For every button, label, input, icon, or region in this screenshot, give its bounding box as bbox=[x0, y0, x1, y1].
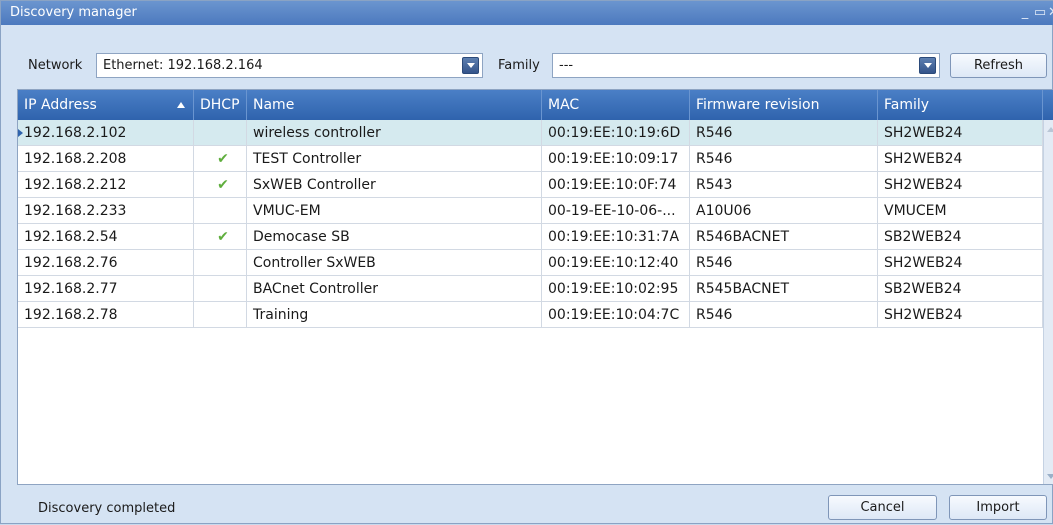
name-cell: Controller SxWEB bbox=[247, 250, 542, 276]
mac-cell: 00:19:EE:10:04:7C bbox=[542, 302, 690, 328]
col-name-header[interactable]: Name bbox=[247, 90, 542, 120]
ip-address-cell: 192.168.2.78 bbox=[18, 302, 194, 328]
dhcp-cell bbox=[194, 276, 247, 302]
network-select-value: Ethernet: 192.168.2.164 bbox=[103, 58, 263, 73]
family-cell: SH2WEB24 bbox=[878, 172, 1043, 198]
name-cell: BACnet Controller bbox=[247, 276, 542, 302]
column-header-label: DHCP bbox=[200, 97, 240, 113]
table-row[interactable]: 192.168.2.212 ✔ SxWEB Controller 00:19:EE:1… bbox=[18, 172, 1043, 198]
col-ip-address-header[interactable]: IP Address bbox=[18, 90, 194, 120]
chevron-down-icon[interactable] bbox=[919, 57, 936, 74]
check-icon: ✔ bbox=[217, 229, 229, 245]
col-firmware-revision-header[interactable]: Firmware revision bbox=[690, 90, 878, 120]
column-header-label: Family bbox=[884, 97, 930, 113]
mac-cell: 00:19:EE:10:12:40 bbox=[542, 250, 690, 276]
ip-address-cell: 192.168.2.54 bbox=[18, 224, 194, 250]
table-row[interactable]: 192.168.2.76 Controller SxWEB 00:19:EE:10:… bbox=[18, 250, 1043, 276]
dhcp-cell bbox=[194, 302, 247, 328]
name-cell: wireless controller bbox=[247, 120, 542, 146]
name-cell: Democase SB bbox=[247, 224, 542, 250]
firmware-revision-cell: R546 bbox=[690, 146, 878, 172]
check-icon: ✔ bbox=[217, 151, 229, 167]
family-cell: SB2WEB24 bbox=[878, 224, 1043, 250]
network-label: Network bbox=[28, 58, 83, 73]
ip-address-cell: 192.168.2.233 bbox=[18, 198, 194, 224]
discovery-manager-window: Discovery manager _ ▭ ✕ Network Ethernet… bbox=[0, 0, 1053, 524]
table-row[interactable]: 192.168.2.77 BACnet Controller 00:19:EE:10… bbox=[18, 276, 1043, 302]
scroll-up-icon[interactable] bbox=[1047, 127, 1053, 132]
family-select-value: --- bbox=[559, 58, 574, 73]
dhcp-cell: ✔ bbox=[194, 146, 247, 172]
ip-address-cell: 192.168.2.76 bbox=[18, 250, 194, 276]
dhcp-cell: ✔ bbox=[194, 224, 247, 250]
mac-cell: 00:19:EE:10:09:17 bbox=[542, 146, 690, 172]
column-header-label: IP Address bbox=[24, 97, 97, 113]
firmware-revision-cell: A10U06 bbox=[690, 198, 878, 224]
window-title: Discovery manager bbox=[10, 5, 137, 20]
mac-cell: 00:19:EE:10:31:7A bbox=[542, 224, 690, 250]
scroll-down-icon[interactable] bbox=[1047, 474, 1053, 479]
ip-address-cell: 192.168.2.208 bbox=[18, 146, 194, 172]
family-cell: SH2WEB24 bbox=[878, 302, 1043, 328]
minimize-icon[interactable]: _ bbox=[1018, 4, 1032, 22]
name-cell: Training bbox=[247, 302, 542, 328]
network-select[interactable]: Ethernet: 192.168.2.164 bbox=[96, 53, 483, 78]
import-button[interactable]: Import bbox=[949, 495, 1047, 520]
sort-ascending-icon bbox=[177, 102, 185, 108]
refresh-button[interactable]: Refresh bbox=[950, 53, 1047, 78]
table-row[interactable]: 192.168.2.78 Training 00:19:EE:10:04:7C R54… bbox=[18, 302, 1043, 328]
family-cell: SH2WEB24 bbox=[878, 250, 1043, 276]
ip-address-cell: 192.168.2.212 bbox=[18, 172, 194, 198]
vertical-scrollbar[interactable] bbox=[1043, 120, 1053, 484]
dhcp-cell bbox=[194, 120, 247, 146]
firmware-revision-cell: R545BACNET bbox=[690, 276, 878, 302]
maximize-icon[interactable]: ▭ bbox=[1033, 4, 1047, 22]
ip-address-cell: 192.168.2.102 bbox=[18, 120, 194, 146]
family-label: Family bbox=[498, 58, 540, 73]
title-bar: Discovery manager _ ▭ ✕ bbox=[1, 1, 1053, 25]
chevron-down-icon[interactable] bbox=[462, 57, 479, 74]
toolbar: Network Ethernet: 192.168.2.164 Family -… bbox=[1, 45, 1053, 85]
mac-cell: 00:19:EE:10:19:6D bbox=[542, 120, 690, 146]
column-header-label: Name bbox=[253, 97, 295, 113]
firmware-revision-cell: R546 bbox=[690, 250, 878, 276]
firmware-revision-cell: R546BACNET bbox=[690, 224, 878, 250]
status-bar: Discovery completed Cancel Import bbox=[1, 491, 1053, 525]
status-text: Discovery completed bbox=[38, 501, 176, 516]
table-row[interactable]: 192.168.2.208 ✔ TEST Controller 00:19:EE:10… bbox=[18, 146, 1043, 172]
name-cell: SxWEB Controller bbox=[247, 172, 542, 198]
col-family-header[interactable]: Family bbox=[878, 90, 1043, 120]
table-header: IP Address DHCP Name MAC Firmware revision Fa… bbox=[18, 90, 1053, 120]
firmware-revision-cell: R546 bbox=[690, 120, 878, 146]
family-cell: VMUCEM bbox=[878, 198, 1043, 224]
dhcp-cell bbox=[194, 250, 247, 276]
dhcp-cell: ✔ bbox=[194, 172, 247, 198]
column-header-label: Firmware revision bbox=[696, 97, 820, 113]
mac-cell: 00-19-EE-10-06-... bbox=[542, 198, 690, 224]
mac-cell: 00:19:EE:10:02:95 bbox=[542, 276, 690, 302]
firmware-revision-cell: R543 bbox=[690, 172, 878, 198]
dhcp-cell bbox=[194, 198, 247, 224]
col-mac-header[interactable]: MAC bbox=[542, 90, 690, 120]
table-row[interactable]: 192.168.2.233 VMUC-EM 00-19-EE-10-06-... A1… bbox=[18, 198, 1043, 224]
close-icon[interactable]: ✕ bbox=[1048, 4, 1053, 22]
column-header-label: MAC bbox=[548, 97, 580, 113]
devices-table: IP Address DHCP Name MAC Firmware revision Fa… bbox=[17, 89, 1053, 485]
family-cell: SH2WEB24 bbox=[878, 146, 1043, 172]
col-dhcp-header[interactable]: DHCP bbox=[194, 90, 247, 120]
family-select[interactable]: --- bbox=[552, 53, 940, 78]
cancel-button[interactable]: Cancel bbox=[828, 495, 937, 520]
firmware-revision-cell: R546 bbox=[690, 302, 878, 328]
table-row[interactable]: 192.168.2.54 ✔ Democase SB 00:19:EE:10:31:7… bbox=[18, 224, 1043, 250]
check-icon: ✔ bbox=[217, 177, 229, 193]
ip-address-cell: 192.168.2.77 bbox=[18, 276, 194, 302]
table-row[interactable]: 192.168.2.102 wireless controller 00:19:EE… bbox=[18, 120, 1043, 146]
name-cell: VMUC-EM bbox=[247, 198, 542, 224]
name-cell: TEST Controller bbox=[247, 146, 542, 172]
family-cell: SH2WEB24 bbox=[878, 120, 1043, 146]
family-cell: SB2WEB24 bbox=[878, 276, 1043, 302]
mac-cell: 00:19:EE:10:0F:74 bbox=[542, 172, 690, 198]
